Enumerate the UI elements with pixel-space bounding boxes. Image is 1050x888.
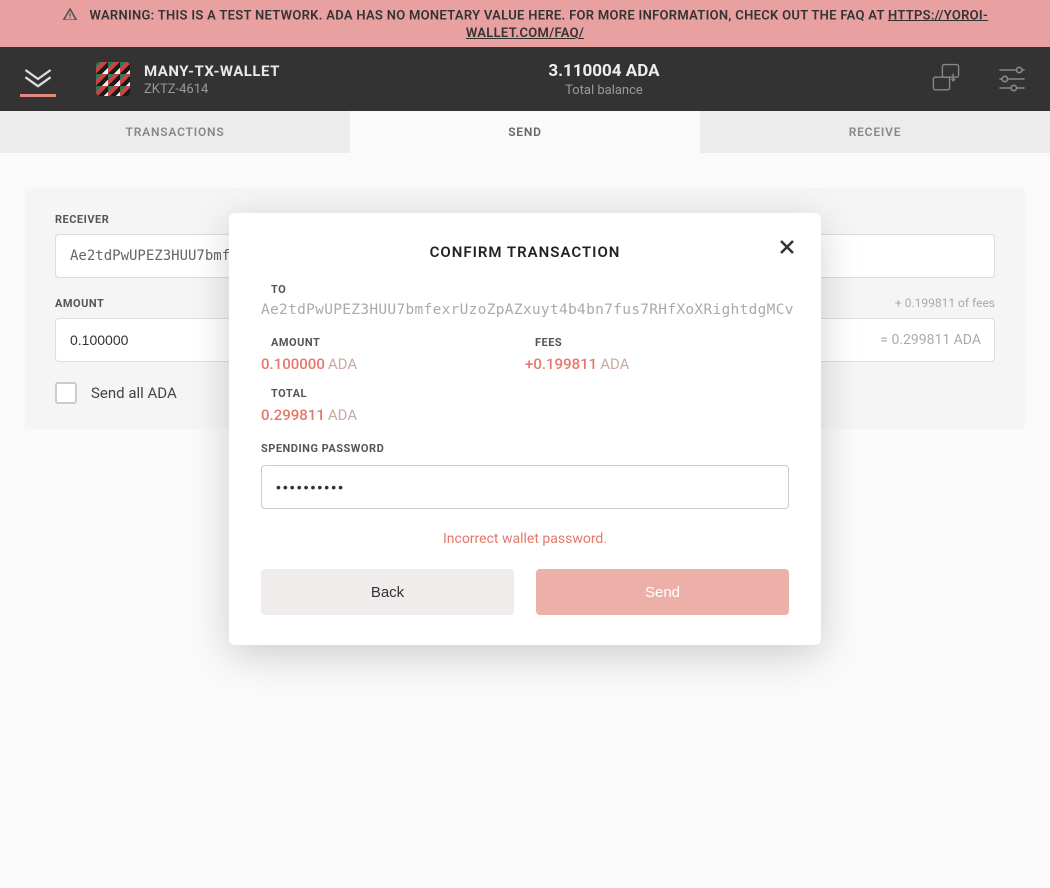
send-button[interactable]: Send [536,569,789,615]
modal-amount-label: AMOUNT [271,336,525,349]
modal-overlay: CONFIRM TRANSACTION TO Ae2tdPwUPEZ3HUU7b… [0,0,1050,888]
to-address: Ae2tdPwUPEZ3HUU7bmfexrUzoZpAZxuyt4b4bn7f… [261,302,789,318]
spending-password-input[interactable] [261,465,789,509]
error-message: Incorrect wallet password. [261,531,789,547]
modal-fees-value: +0.199811ADA [525,355,789,373]
modal-total-label: TOTAL [271,387,789,400]
modal-total-value: 0.299811ADA [261,406,789,424]
modal-amount-value: 0.100000ADA [261,355,525,373]
close-icon[interactable] [775,235,799,259]
modal-fees-label: FEES [535,336,789,349]
pw-label: SPENDING PASSWORD [261,442,789,455]
to-label: TO [271,283,789,296]
confirm-modal: CONFIRM TRANSACTION TO Ae2tdPwUPEZ3HUU7b… [229,213,821,645]
back-button[interactable]: Back [261,569,514,615]
modal-title: CONFIRM TRANSACTION [261,243,789,261]
